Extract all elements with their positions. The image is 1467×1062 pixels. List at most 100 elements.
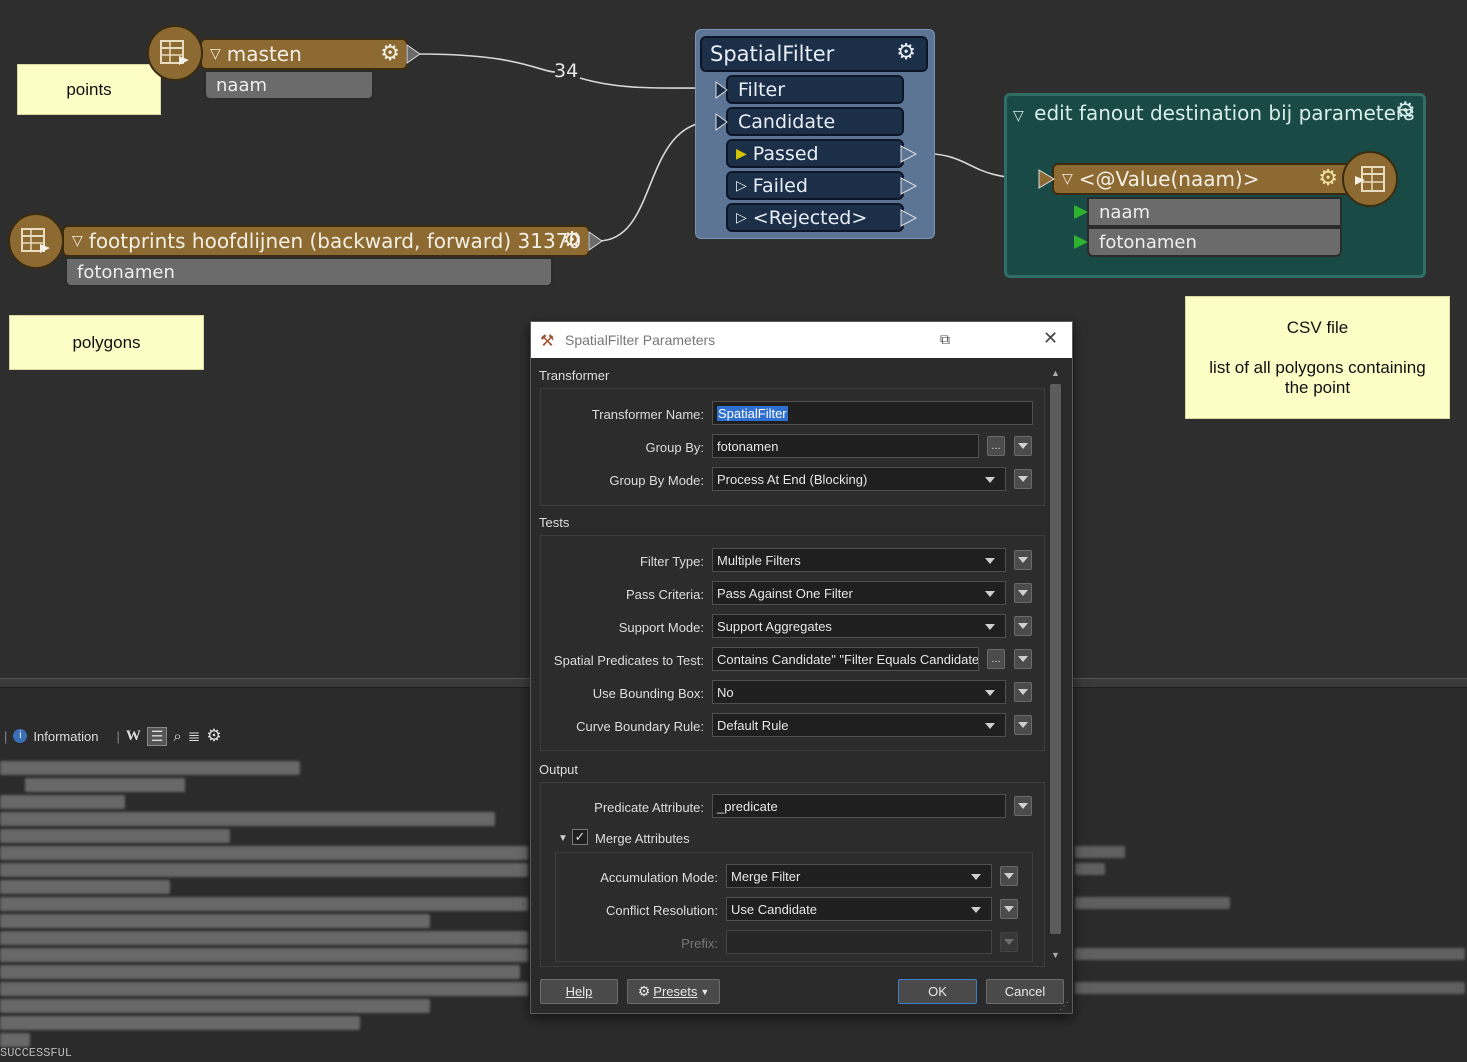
output-port-failed[interactable]: ▷ Failed [726,171,904,200]
spatial-predicates-label: Spatial Predicates to Test: [553,653,704,668]
group-by-mode-select[interactable]: Process At End (Blocking) [712,467,1006,491]
bounding-box-value: No [717,684,734,700]
collapse-arrow-icon[interactable]: ▼ [558,833,568,844]
writer-icon[interactable] [1342,151,1398,207]
output-port-arrow-icon[interactable] [588,231,604,251]
cancel-button-label: Cancel [1004,984,1046,999]
spatial-predicates-menu-button[interactable] [1014,649,1032,669]
reader-masten-attribute: naam [204,70,374,100]
pass-criteria-label: Pass Criteria: [625,587,704,602]
wrap-text-icon[interactable]: W [126,728,141,745]
gear-icon[interactable]: ⚙ [896,40,916,65]
reader-footprints[interactable]: ▽ footprints hoofdlijnen (backward, forw… [62,225,590,257]
gear-icon[interactable]: ⚙ [1395,98,1416,124]
collapse-triangle-icon[interactable]: ▽ [210,46,221,62]
resize-grip-icon[interactable]: ⋰ [1059,1001,1069,1012]
pass-criteria-select[interactable]: Pass Against One Filter [712,581,1006,605]
spatialfilter-header[interactable]: SpatialFilter ⚙ [700,36,928,72]
input-arrow-icon[interactable] [1038,169,1056,189]
cancel-button[interactable]: Cancel [986,979,1064,1004]
gear-icon[interactable]: ⚙ [562,228,582,253]
note-csv[interactable]: CSV file list of all polygons containing… [1185,296,1450,419]
group-by-mode-menu-button[interactable] [1014,469,1032,489]
gear-icon[interactable]: ⚙ [1318,166,1338,191]
dialog-titlebar[interactable]: ⚒ SpatialFilter Parameters ⧉ ✕ [531,322,1072,358]
spatial-predicates-input[interactable]: Contains Candidate" "Filter Equals Candi… [712,647,979,671]
gear-icon[interactable]: ⚙ [206,726,221,746]
output-port-rejected[interactable]: ▷ <Rejected> [726,203,904,232]
feature-count-label[interactable]: 34 [554,60,578,82]
dialog-title: SpatialFilter Parameters [565,332,716,348]
spatial-predicates-ellipsis-button[interactable]: ... [987,649,1005,669]
note-points[interactable]: points [17,64,161,115]
writer-attribute-fotonamen: fotonamen [1087,227,1342,257]
find-icon[interactable]: ⌕ [173,728,181,745]
chevron-down-icon: ▼ [700,986,710,997]
note-polygons-text: polygons [72,332,141,352]
help-button[interactable]: Help [540,979,618,1004]
group-by-ellipsis-button[interactable]: ... [987,436,1005,456]
prefix-menu-button[interactable] [1000,932,1018,952]
note-csv-title: CSV file [1286,317,1349,337]
merge-attributes-checkbox[interactable]: ✓ [572,829,588,845]
accumulation-mode-select[interactable]: Merge Filter [726,864,992,888]
collapse-triangle-icon[interactable]: ▽ [72,233,83,249]
note-csv-body: list of all polygons containing the poin… [1209,357,1426,397]
input-port-candidate-label: Candidate [738,110,836,133]
reader-footprints-icon[interactable] [8,213,64,269]
conflict-resolution-select[interactable]: Use Candidate [726,897,992,921]
filter-type-select[interactable]: Multiple Filters [712,548,1006,572]
collapse-triangle-icon[interactable]: ▽ [1013,108,1024,124]
note-polygons[interactable]: polygons [9,315,204,370]
accumulation-mode-menu-button[interactable] [1000,866,1018,886]
prefix-input[interactable] [726,930,992,954]
group-tests-label: Tests [539,515,570,530]
predicate-attribute-menu-button[interactable] [1014,796,1032,816]
predicate-attribute-input[interactable]: _predicate [712,794,1006,818]
transformer-name-input[interactable]: SpatialFilter [712,401,1033,425]
close-icon[interactable]: ✕ [1043,328,1058,349]
support-mode-select[interactable]: Support Aggregates [712,614,1006,638]
presets-button[interactable]: ⚙ Presets ▼ [627,979,720,1004]
bounding-box-select[interactable]: No [712,680,1006,704]
curve-boundary-select[interactable]: Default Rule [712,713,1006,737]
scroll-down-icon[interactable]: ▼ [1051,950,1060,960]
gear-icon[interactable]: ⚙ [380,41,400,66]
pass-criteria-menu-button[interactable] [1014,583,1032,603]
dialog-scrollbar[interactable]: ▲ ▼ [1048,366,1064,966]
conflict-resolution-menu-button[interactable] [1000,899,1018,919]
filter-type-value: Multiple Filters [717,552,801,568]
scrollbar-thumb[interactable] [1050,384,1061,934]
spatialfilter-parameters-dialog[interactable]: ⚒ SpatialFilter Parameters ⧉ ✕ Transform… [530,321,1073,1014]
reader-masten[interactable]: ▽ masten ⚙ [200,38,408,70]
output-port-passed[interactable]: ▶ Passed [726,139,904,168]
support-mode-menu-button[interactable] [1014,616,1032,636]
output-arrow-icon[interactable] [900,209,918,227]
curve-boundary-value: Default Rule [717,717,789,733]
spatialfilter-transformer[interactable]: SpatialFilter ⚙ Filter Candidate ▶ Passe… [695,29,935,239]
input-port-candidate[interactable]: Candidate [726,107,904,136]
green-arrow-icon [1074,205,1088,219]
ok-button[interactable]: OK [898,979,977,1004]
writer-feature-type[interactable]: ▽ <@Value(naam)> ⚙ [1052,163,1352,195]
transformer-name-label: Transformer Name: [591,407,704,422]
input-port-filter[interactable]: Filter [726,75,904,104]
input-arrow-icon [715,81,728,99]
output-port-arrow-icon[interactable] [406,44,422,64]
output-port-rejected-label: <Rejected> [752,206,868,229]
curve-boundary-menu-button[interactable] [1014,715,1032,735]
bounding-box-menu-button[interactable] [1014,682,1032,702]
information-tab[interactable]: Information [33,729,98,744]
group-by-input[interactable]: fotonamen [712,434,979,458]
output-arrow-icon[interactable] [900,145,918,163]
output-arrow-icon[interactable] [900,177,918,195]
dock-icon[interactable]: ⧉ [940,331,950,348]
reader-masten-icon[interactable] [147,25,203,81]
list-view-icon[interactable]: ☰ [146,726,168,746]
scroll-up-icon[interactable]: ▲ [1051,368,1060,378]
filter-log-icon[interactable]: ≣ [188,727,201,745]
collapse-triangle-icon[interactable]: ▽ [1062,171,1073,187]
bookmark-header[interactable]: ▽ edit fanout destination bij parameters [1013,101,1415,125]
filter-type-menu-button[interactable] [1014,550,1032,570]
group-by-menu-button[interactable] [1014,436,1032,456]
